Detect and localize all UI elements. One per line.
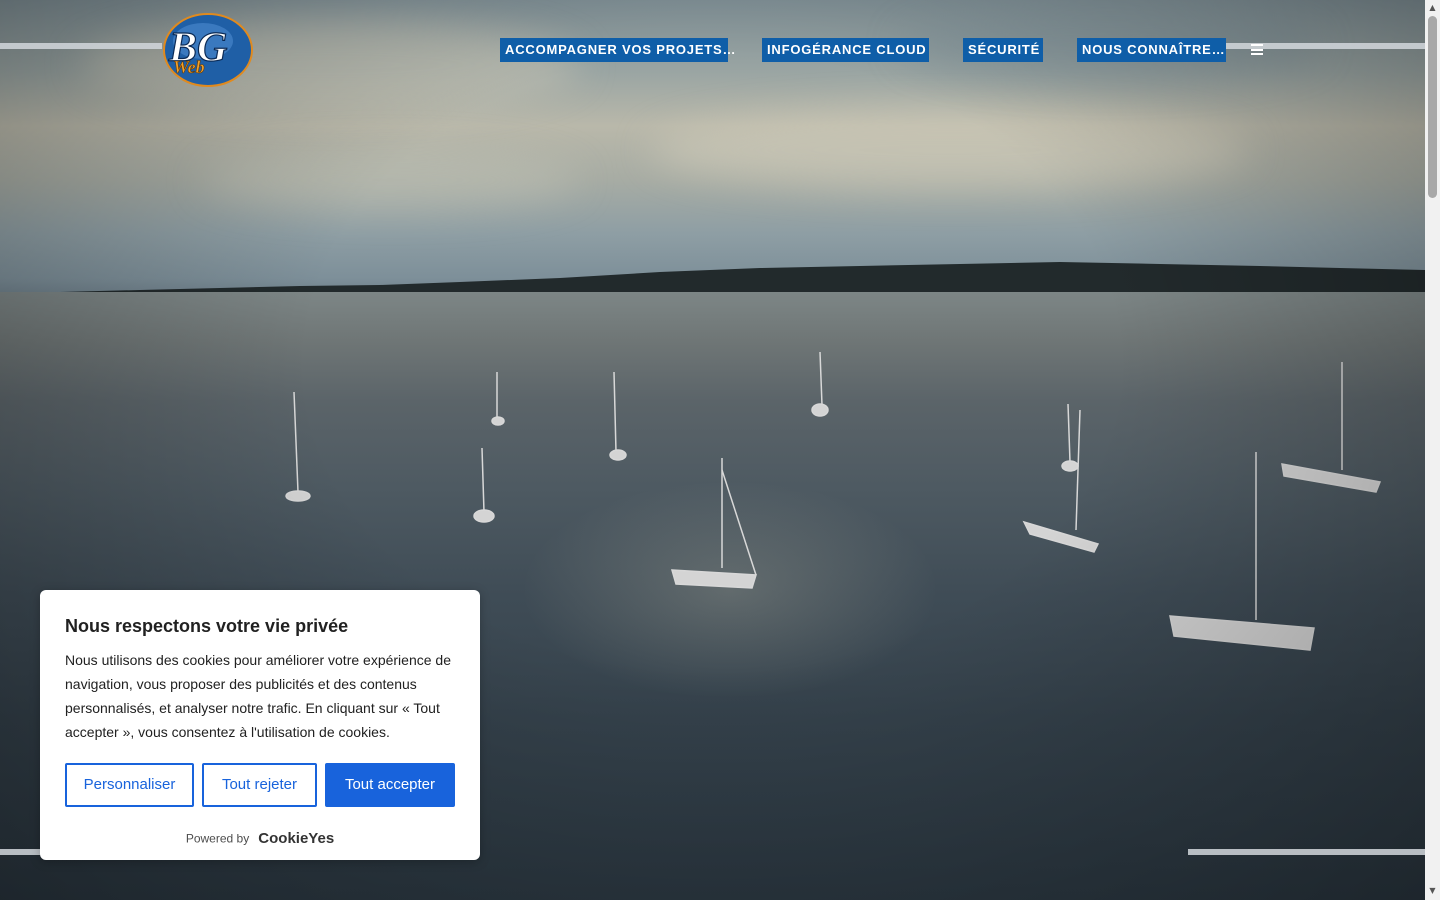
accept-all-button[interactable]: Tout accepter: [325, 763, 455, 807]
logo-web: Web: [173, 57, 205, 77]
cookie-buttons: Personnaliser Tout rejeter Tout accepter: [65, 763, 455, 807]
customize-button[interactable]: Personnaliser: [65, 763, 194, 807]
cookieyes-logo[interactable]: CookieYes: [258, 830, 334, 847]
scroll-up-arrow-icon[interactable]: ▲: [1428, 3, 1437, 12]
nav-infogerance[interactable]: INFOGÉRANCE CLOUD: [762, 38, 929, 62]
nav-securite[interactable]: SÉCURITÉ: [963, 38, 1043, 62]
hamburger-icon[interactable]: [1251, 44, 1263, 55]
nav-accompagner[interactable]: ACCOMPAGNER VOS PROJETS…: [500, 38, 736, 62]
cookie-text: Nous utilisons des cookies pour améliore…: [65, 652, 451, 740]
powered-by: Powered by CookieYes: [40, 828, 480, 847]
decor-stripe-bottom-left: [0, 849, 40, 855]
decor-stripe-bottom-right: [1188, 849, 1425, 855]
cookie-title: Nous respectons votre vie privée: [65, 616, 349, 636]
cookie-banner: Nous respectons votre vie privée Nous ut…: [40, 590, 480, 860]
nav-nous-connaitre[interactable]: NOUS CONNAÎTRE…: [1077, 38, 1226, 62]
site-logo[interactable]: BG Web: [163, 13, 253, 87]
scroll-thumb[interactable]: [1428, 16, 1437, 198]
reject-all-button[interactable]: Tout rejeter: [202, 763, 317, 807]
decor-stripe-top-left: [0, 43, 162, 49]
powered-by-label: Powered by: [185, 831, 250, 846]
scrollbar[interactable]: ▲ ▼: [1425, 0, 1440, 900]
scroll-down-arrow-icon[interactable]: ▼: [1428, 886, 1437, 895]
